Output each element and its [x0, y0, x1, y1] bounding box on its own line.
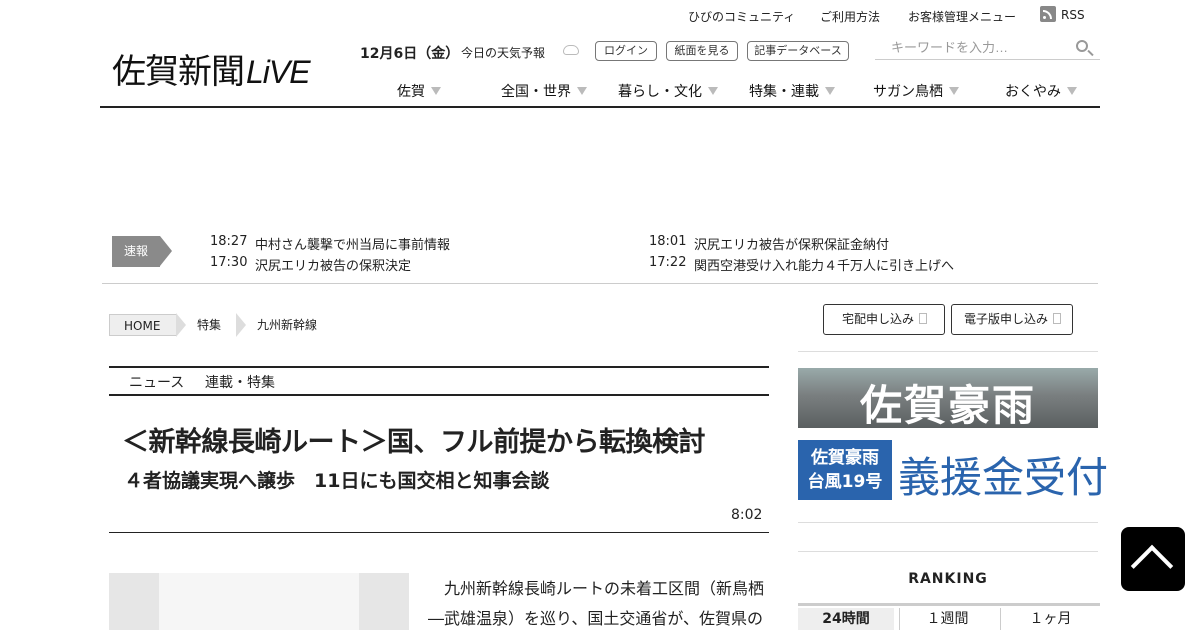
- news-link[interactable]: 中村さん襲撃で州当局に事前情報: [255, 234, 450, 253]
- nav-label: おくやみ: [1005, 84, 1061, 100]
- search-box: [875, 36, 1100, 60]
- article-database-button[interactable]: 記事データベース: [747, 41, 849, 61]
- nav-label: 全国・世界: [501, 84, 571, 100]
- chevron-down-icon: [825, 87, 835, 95]
- view-paper-button[interactable]: 紙面を見る: [666, 41, 738, 61]
- search-icon[interactable]: [1076, 40, 1088, 52]
- ranking-divider: [798, 603, 1100, 606]
- news-time: 18:01: [649, 234, 687, 249]
- saga-flood-banner[interactable]: 佐賀豪雨: [798, 368, 1098, 428]
- breadcrumb-home[interactable]: HOME: [109, 314, 177, 336]
- news-time: 17:22: [649, 255, 687, 270]
- article-time: 8:02: [731, 507, 763, 523]
- banner-badge-line: 台風19号: [807, 472, 883, 492]
- nav-saga[interactable]: 佐賀: [397, 81, 441, 101]
- nav-label: 暮らし・文化: [618, 84, 702, 100]
- ranking-title: RANKING: [908, 571, 988, 587]
- article-image: [109, 573, 159, 630]
- article-body: 九州新幹線長崎ルートの未着工区間（新鳥栖―武雄温泉）を巡り、国土交通省が、佐賀県…: [428, 579, 765, 628]
- banner-badge-line: 佐賀豪雨: [811, 448, 879, 468]
- breadcrumb-separator: [236, 313, 246, 337]
- cloud-icon: [563, 45, 579, 55]
- tab-news[interactable]: ニュース: [129, 372, 184, 392]
- article-divider: [109, 532, 769, 533]
- nav-national-world[interactable]: 全国・世界: [501, 81, 587, 101]
- sidebar-divider: [798, 551, 1098, 552]
- donation-banner[interactable]: 佐賀豪雨 台風19号 義援金受付: [798, 440, 1108, 502]
- article-image: [159, 573, 359, 630]
- news-link[interactable]: 沢尻エリカ被告の保釈決定: [255, 255, 411, 274]
- sidebar-divider: [798, 351, 1098, 352]
- home-delivery-label: 宅配申し込み: [842, 312, 915, 326]
- nav-features[interactable]: 特集・連載: [749, 81, 835, 101]
- login-button[interactable]: ログイン: [595, 41, 657, 61]
- news-link[interactable]: 関西空港受け入れ能力４千万人に引き上げへ: [694, 255, 954, 274]
- nav-label: 特集・連載: [749, 84, 819, 100]
- nav-life-culture[interactable]: 暮らし・文化: [618, 81, 718, 101]
- tab-features[interactable]: 連載・特集: [205, 372, 275, 392]
- current-date: 12月6日（金）: [360, 46, 460, 62]
- news-link[interactable]: 沢尻エリカ被告が保釈保証金納付: [694, 234, 889, 253]
- nav-sagan-tosu[interactable]: サガン鳥栖: [873, 81, 959, 101]
- breaking-label: 速報: [112, 236, 172, 267]
- nav-label: サガン鳥栖: [873, 84, 943, 100]
- breadcrumb-current: 九州新幹線: [257, 318, 318, 332]
- customer-menu-link[interactable]: お客様管理メニュー: [908, 8, 1016, 25]
- usage-link[interactable]: ご利用方法: [820, 8, 880, 25]
- weather-link[interactable]: 今日の天気予報: [461, 44, 545, 61]
- digital-subscription-button[interactable]: 電子版申し込み: [951, 304, 1073, 335]
- ranking-tab-month[interactable]: １ヶ月: [1000, 608, 1100, 630]
- banner-title: 義援金受付: [898, 453, 1109, 502]
- nav-divider: [100, 106, 1100, 108]
- ranking-tab-week[interactable]: １週間: [899, 608, 995, 630]
- community-link[interactable]: ひびのコミュニティ: [688, 8, 795, 25]
- chevron-down-icon: [577, 87, 587, 95]
- document-icon: [919, 313, 928, 324]
- chevron-down-icon: [1067, 87, 1077, 95]
- chevron-down-icon: [431, 87, 441, 95]
- breadcrumb-feature[interactable]: 特集: [197, 314, 221, 336]
- digital-label: 電子版申し込み: [964, 312, 1049, 326]
- news-time: 17:30: [210, 255, 248, 270]
- breadcrumb-separator: [176, 313, 186, 337]
- chevron-down-icon: [708, 87, 718, 95]
- article-image: [359, 573, 409, 630]
- home-delivery-button[interactable]: 宅配申し込み: [823, 304, 945, 335]
- rss-link[interactable]: RSS: [1061, 8, 1085, 22]
- logo-suffix: LiVE: [246, 54, 311, 90]
- article-subhead: ４者協議実現へ譲歩 11日にも国交相と知事会談: [124, 470, 550, 492]
- banner-badge: 佐賀豪雨 台風19号: [798, 440, 892, 500]
- nav-label: 佐賀: [397, 84, 425, 100]
- chevron-down-icon: [949, 87, 959, 95]
- article-headline: ＜新幹線長崎ルート＞国、フル前提から転換検討: [122, 427, 706, 458]
- sidebar-divider: [798, 522, 1098, 523]
- search-input[interactable]: [875, 36, 1065, 58]
- nav-obituaries[interactable]: おくやみ: [1005, 81, 1077, 101]
- logo-main: 佐賀新聞: [112, 52, 245, 92]
- news-time: 18:27: [210, 234, 248, 249]
- breaking-divider: [102, 283, 1098, 284]
- scroll-to-top-button[interactable]: [1121, 527, 1185, 591]
- ranking-tab-24h[interactable]: 24時間: [798, 608, 894, 630]
- document-icon: [1053, 313, 1062, 324]
- banner-title: 佐賀豪雨: [860, 381, 1037, 428]
- rss-icon[interactable]: [1040, 6, 1056, 22]
- site-logo[interactable]: 佐賀新聞LiVE: [112, 44, 311, 93]
